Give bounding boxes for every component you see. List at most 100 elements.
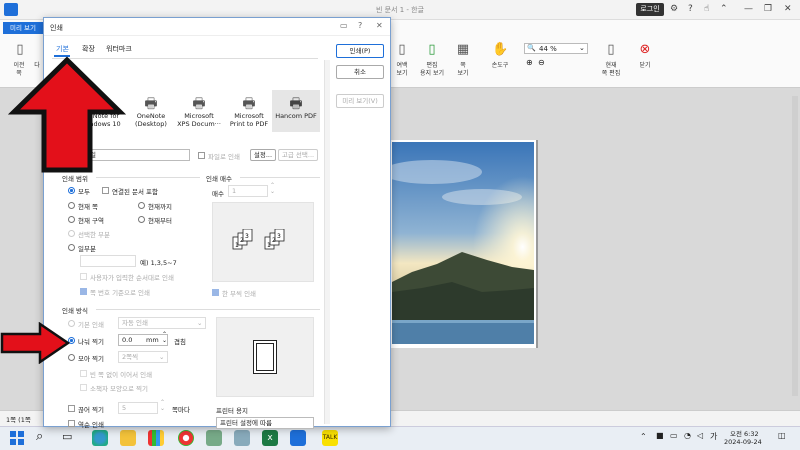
method-divider [96,309,320,310]
no-gap-checkbox[interactable] [80,370,87,377]
file-output-label: 파일로 인쇄 [208,153,240,161]
settings-button[interactable]: 설정... [250,149,276,161]
app-icon-1[interactable] [206,430,222,446]
range-all-radio[interactable] [68,187,75,194]
printer-ms-pdf[interactable]: 🖶 Microsoft Print to PDF [224,96,274,128]
tab-watermark[interactable]: 워터마크 [106,44,132,54]
close-preview-icon[interactable]: ⊗ [637,42,653,57]
file-explorer-icon[interactable] [120,430,136,446]
edit-paper-icon[interactable]: ▯ [424,42,440,57]
dialog-scrollbar[interactable] [324,60,330,424]
edit-paper-label[interactable]: 편집 용지 보기 [416,62,448,78]
chrome-icon[interactable] [178,430,194,446]
chevron-down-icon: ⌄ [159,353,165,361]
copies-count-label: 매수 [212,190,224,198]
range-to-current-radio[interactable] [138,202,145,209]
ime-icon[interactable]: 가 [710,431,717,442]
cut-value-input[interactable]: 5 [118,402,158,414]
hand-tool-label[interactable]: 손도구 [484,62,516,70]
close-preview-label[interactable]: 닫기 [634,62,656,70]
minimize-icon[interactable]: — [744,4,753,14]
page-view-icon[interactable]: ▦ [455,42,471,57]
paper-select[interactable]: 프린터 설정에 따름 [216,417,314,429]
print-button[interactable]: 인쇄(P) [336,44,384,58]
tray-battery-icon[interactable]: ▭ [670,431,678,440]
method-split-label: 나눠 찍기 [78,338,104,346]
cut-label: 끊어 찍기 [78,406,104,414]
store-icon[interactable] [148,430,164,446]
chevron-down-icon: ⌄ [579,44,585,52]
range-current-page-radio[interactable] [68,202,75,209]
login-button[interactable]: 로그인 [636,3,664,16]
vertical-scrollbar[interactable] [792,96,798,396]
zoom-select[interactable]: 🔍 44 % ⌄ [524,43,588,54]
partial-pages-input[interactable] [80,255,136,267]
cut-spinner[interactable]: ⌃ ⌄ [160,400,165,412]
split-value-input[interactable]: 0.0 [118,334,168,346]
prev-page-icon[interactable]: ▯ [10,42,30,57]
range-partial-radio[interactable] [68,244,75,251]
app-icon-2[interactable] [234,430,250,446]
tab-preview[interactable]: 미리 보기 [3,22,43,34]
thumb-icon[interactable]: ☝ [704,4,709,14]
gear-icon[interactable]: ⚙ [670,4,678,14]
zoom-in-icon[interactable]: ⊕ [526,58,533,67]
range-from-current-radio[interactable] [138,216,145,223]
chat-icon[interactable]: ▭ [340,21,348,30]
clock-time[interactable]: 오전 6:32 [730,428,759,438]
dialog-close-icon[interactable]: ✕ [376,21,383,30]
tab-extended[interactable]: 확장 [82,44,95,54]
advanced-button[interactable]: 고급 선택... [278,149,318,161]
split-spinner[interactable]: ⌃ ⌄ [162,332,167,344]
printer-name: Microsoft XPS Docum··· [177,112,221,128]
linked-doc-checkbox[interactable] [102,187,109,194]
excel-icon[interactable]: x [262,430,278,446]
help-icon[interactable]: ? [358,21,362,30]
hancom-taskbar-icon[interactable] [290,430,306,446]
wifi-icon[interactable]: ◔ [684,431,691,440]
printer-hancom-pdf[interactable]: 🖶 Hancom PDF [272,90,320,132]
zoom-out-icon[interactable]: ⊖ [538,58,545,67]
cut-checkbox[interactable] [68,405,75,412]
edge-browser-icon[interactable] [92,430,108,446]
page-view-label[interactable]: 쪽 보기 [452,62,474,78]
preview-button[interactable]: 미리 보기(V) [336,94,384,108]
help-icon[interactable]: ? [688,4,693,14]
tray-kakao-icon[interactable]: ■ [656,431,664,440]
task-view-icon[interactable]: ▭ [62,430,72,443]
reverse-checkbox[interactable] [68,420,75,427]
copies-spinner[interactable]: ⌃ ⌄ [270,183,275,195]
user-order-checkbox[interactable] [80,273,87,280]
hand-tool-icon[interactable]: ✋ [492,42,508,57]
booklet-checkbox[interactable] [80,384,87,391]
file-output-checkbox[interactable] [198,152,205,159]
volume-icon[interactable]: ◁ [697,431,703,440]
range-selection-radio[interactable] [68,230,75,237]
edit-current-page-label[interactable]: 현재 쪽 편집 [594,62,628,78]
margin-view-icon[interactable]: ▯ [394,42,410,57]
edit-current-page-icon[interactable]: ▯ [603,42,619,57]
chevron-up-tray-icon[interactable]: ⌃ [640,432,647,441]
notification-bell-icon[interactable]: ◫ [778,431,786,440]
tab-basic[interactable]: 기본 [56,44,69,54]
restore-icon[interactable]: ❐ [764,4,772,14]
method-basic-select[interactable]: 자동 인쇄 ⌄ [118,317,206,329]
page-number-basis-checkbox[interactable] [80,288,87,295]
chevron-up-icon[interactable]: ⌃ [720,4,728,14]
cancel-button[interactable]: 취소 [336,65,384,79]
margin-view-label[interactable]: 여백 보기 [392,62,412,78]
windows-start-icon[interactable] [10,431,24,445]
kakaotalk-icon[interactable]: TALK [322,430,338,446]
copies-divider [240,177,320,178]
printer-onenote[interactable]: 🖶 OneNote (Desktop) [126,96,176,128]
window-title: 빈 문서 1 - 한글 [375,6,425,14]
close-icon[interactable]: ✕ [784,4,792,14]
printer-xps[interactable]: 🖶 Microsoft XPS Docum··· [174,96,224,128]
range-current-section-radio[interactable] [68,216,75,223]
gather-select[interactable]: 2쪽씩 ⌄ [118,351,168,363]
clock-date[interactable]: 2024-09-24 [724,438,762,446]
search-icon[interactable]: ⌕ [36,429,43,444]
copies-count-input[interactable]: 1 [228,185,268,197]
collate-checkbox[interactable] [212,289,219,296]
range-partial-label: 일부분 [78,245,96,253]
